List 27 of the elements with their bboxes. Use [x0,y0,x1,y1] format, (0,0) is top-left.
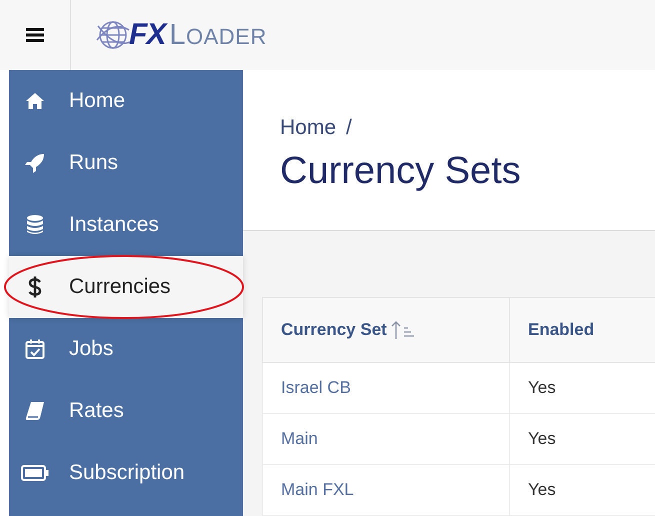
breadcrumb-link[interactable]: Home [280,116,336,140]
table-link[interactable]: Main [262,414,510,464]
logo-text: LOADER [169,18,267,52]
sidebar-item[interactable]: Rates [9,380,243,442]
sidebar-item[interactable]: Home [9,70,243,132]
column-header[interactable]: Currency Set [262,298,510,362]
book-icon [25,401,45,421]
table-link[interactable]: Main FXL [262,464,510,516]
sidebar-item[interactable]: Instances [9,194,243,256]
sidebar-item[interactable]: Jobs [9,318,243,380]
column-header[interactable]: Enabled [510,298,655,362]
breadcrumb-separator: / [346,116,352,140]
column-title: Enabled [528,320,594,340]
rocket-icon [25,153,45,173]
column-title: Currency Set [281,320,387,340]
logo-text-bold: FX [129,18,166,52]
sidebar-item[interactable]: Runs [9,132,243,194]
table-link[interactable]: Israel CB [262,362,510,414]
menu-icon[interactable] [26,28,44,42]
battery-icon [21,465,49,481]
sidebar-item[interactable]: Subscription [9,442,243,504]
page-title: Currency Sets [280,150,522,193]
calendar-check-icon [25,339,45,359]
home-icon [25,92,45,110]
dollar-icon [28,276,42,298]
sort-ascending-icon[interactable] [390,320,415,340]
database-icon [26,215,44,235]
